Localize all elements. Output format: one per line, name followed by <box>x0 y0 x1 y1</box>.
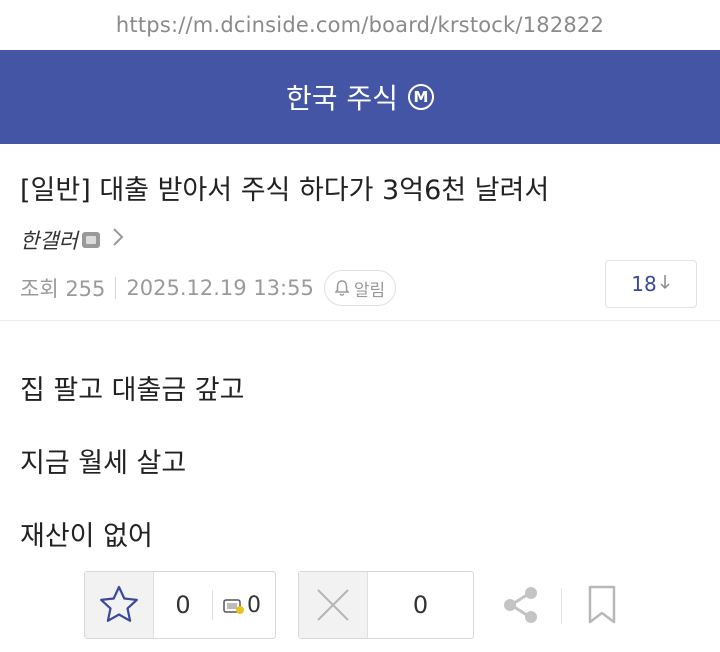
minor-gallery-badge: M <box>407 84 434 110</box>
share-icon <box>504 587 537 623</box>
arrow-down-icon <box>659 274 671 294</box>
author-link[interactable]: 한갤러 <box>20 225 124 255</box>
upvote-button[interactable] <box>85 572 154 638</box>
upvote-count: 0 <box>175 591 191 619</box>
downvote-count: 0 <box>412 591 429 619</box>
gallery-header: 한국 주식 M <box>0 50 720 144</box>
post-title: [일반] 대출 받아서 주식 하다가 3억6천 날려서 <box>20 175 550 206</box>
alarm-label: 알림 <box>353 280 386 301</box>
upvote-box: 0 0 <box>84 571 276 639</box>
bookmark-icon <box>588 585 616 624</box>
post-date: 2025.12.19 13:55 <box>126 276 314 300</box>
comment-count-button[interactable]: 18 <box>605 260 697 308</box>
post-body-line: 지금 월세 살고 <box>20 448 187 479</box>
fixed-upvote-count: 0 <box>247 592 261 618</box>
reco-divider <box>212 590 213 620</box>
downvote-button[interactable] <box>299 572 368 638</box>
fixed-upvote: 0 <box>223 572 261 638</box>
meta-divider <box>115 277 117 299</box>
url-text: https://m.dcinside.com/board/krstock/182… <box>115 13 605 37</box>
author-name: 한갤러 <box>20 229 78 253</box>
bookmark-button[interactable] <box>586 584 618 630</box>
post-body-line: 재산이 없어 <box>20 521 153 552</box>
star-icon <box>100 585 138 622</box>
post-body-line: 집 팔고 대출금 갚고 <box>20 375 245 406</box>
comment-count: 18 <box>631 272 657 296</box>
content-divider <box>0 320 720 321</box>
gallery-member-icon <box>81 232 100 248</box>
url-bar[interactable]: https://m.dcinside.com/board/krstock/182… <box>0 0 720 50</box>
gallery-title[interactable]: 한국 주식 <box>286 77 398 117</box>
bell-icon <box>334 280 350 296</box>
chevron-right-icon <box>112 227 124 253</box>
alarm-button[interactable]: 알림 <box>323 270 397 306</box>
fixed-member-icon <box>223 596 245 614</box>
post-meta: 조회 255 2025.12.19 13:55 알림 <box>20 270 397 306</box>
x-icon <box>317 589 349 621</box>
view-count: 조회 255 <box>20 277 106 301</box>
action-divider <box>561 588 562 624</box>
downvote-box: 0 <box>298 571 474 639</box>
share-button[interactable] <box>500 584 542 630</box>
